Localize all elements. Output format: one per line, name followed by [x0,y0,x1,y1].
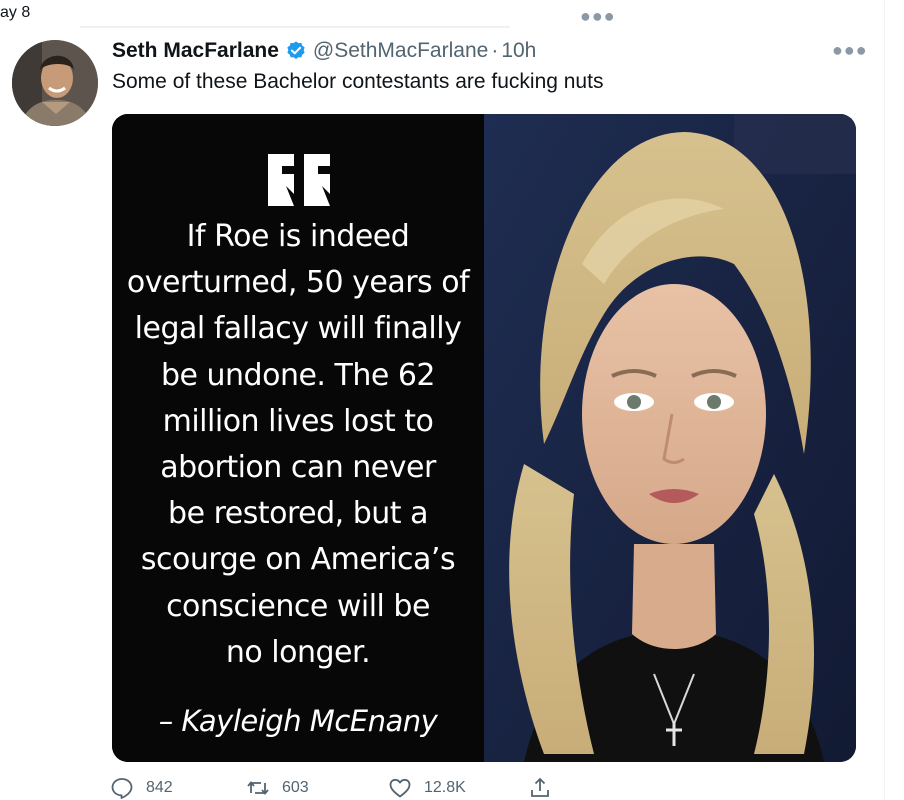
like-heart-icon [389,778,411,798]
divider [80,26,510,28]
retweet-icon [247,781,269,795]
tweet-media-image[interactable]: If Roe is indeed overturned, 50 years of… [112,114,856,762]
quote-line: conscience will be [166,588,430,624]
retweet-count: 603 [282,779,309,796]
timestamp[interactable]: 10h [501,39,536,63]
quote-line: million lives lost to [162,403,434,439]
quotation-mark-icon [268,154,330,206]
quote-line: overturned, 50 years of [126,265,470,301]
reply-count: 842 [146,779,173,796]
reply-icon [111,778,133,799]
portrait-photo [484,114,856,762]
quote-line: scourge on America’s [140,542,456,578]
quote-line: no longer. [225,634,371,670]
quote-text: If Roe is indeed overturned, 50 years of… [112,214,484,676]
more-horizontal-icon[interactable]: ●●● [832,40,868,61]
like-count: 12.8K [424,779,466,796]
previous-tweet-date: ay 8 [0,4,31,21]
author-name[interactable]: Seth MacFarlane [112,39,279,63]
quote-line: abortion can never [160,450,436,486]
reply-button[interactable]: 842 [110,776,173,800]
tweet-actions: 842 603 12.8K [110,776,570,800]
share-button[interactable] [528,776,552,800]
author-handle[interactable]: @SethMacFarlane [313,39,488,63]
previous-tweet-strip: ay 8 ●●● [0,0,904,28]
quote-line: be restored, but a [168,496,428,532]
column-border [884,0,885,800]
quote-panel: If Roe is indeed overturned, 50 years of… [112,114,484,762]
like-button[interactable]: 12.8K [388,776,466,800]
tweet-text: Some of these Bachelor contestants are f… [112,70,604,93]
quote-attribution: – Kayleigh McEnany [158,704,438,738]
quote-line: be undone. The 62 [160,357,436,393]
share-icon [531,777,549,797]
tweet-header: Seth MacFarlane @SethMacFarlane · 10h [112,36,536,66]
separator: · [491,39,499,62]
retweet-button[interactable]: 603 [246,776,309,800]
verified-badge-icon [285,40,307,62]
more-horizontal-icon[interactable]: ●●● [580,6,616,27]
quote-line: legal fallacy will finally [134,311,462,347]
quote-line: If Roe is indeed [186,219,410,254]
avatar[interactable] [12,40,98,126]
